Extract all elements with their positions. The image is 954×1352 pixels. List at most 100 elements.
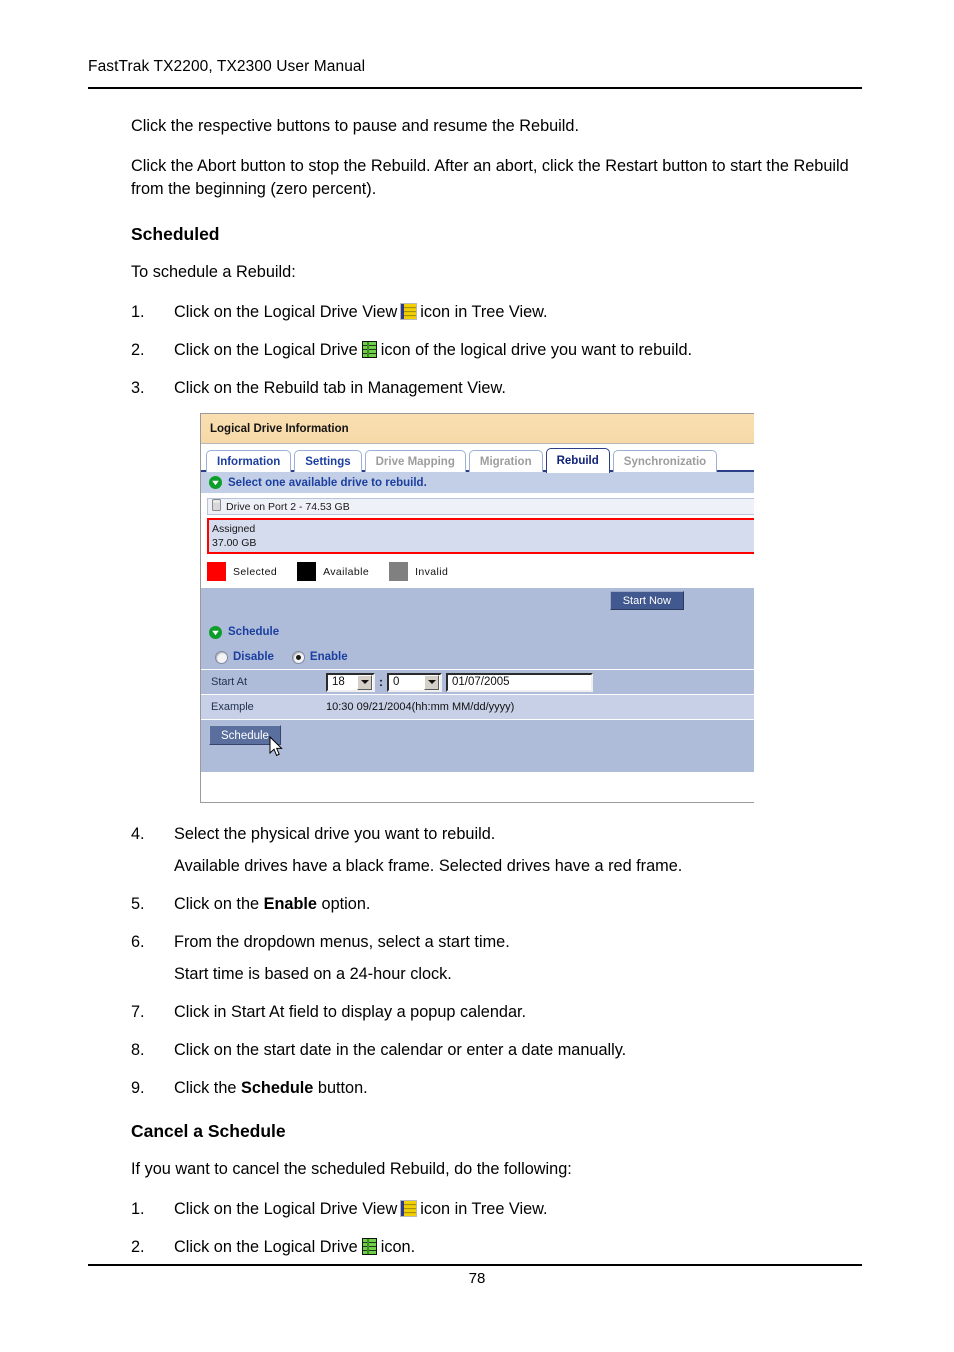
list-item: 5. Click on the Enable option. [131,893,871,916]
selected-drive-box[interactable]: Assigned 37.00 GB [207,518,754,554]
step-text: Click the [174,1079,241,1097]
start-at-row: Start At 18 : 0 01/07/2005 [201,669,754,694]
drive-icon [212,498,221,516]
step-text-bold: Schedule [240,1079,314,1097]
scheduled-steps-list: 1. Click on the Logical Drive View icon in… [131,301,871,400]
step-text-after: icon in Tree View. [420,1200,548,1218]
tab-rebuild[interactable]: Rebuild [545,448,610,473]
tab-information[interactable]: Information [206,450,292,472]
step-number: 6. [131,933,145,951]
start-at-label: Start At [211,676,248,688]
step-text: From the dropdown menus, select a start … [174,933,510,951]
step-subtext: Start time is based on a 24-hour clock. [174,965,452,983]
schedule-steps-list: 4. Select the physical drive you want to … [131,823,871,1100]
list-item: 1. Click on the Logical Drive View icon in… [131,1198,871,1221]
manual-title: FastTrak TX2200, TX2300 User Manual [88,58,366,75]
step-text-end: option. [316,895,371,913]
drive-status: Assigned [212,523,256,535]
step-number: 4. [131,825,145,843]
schedule-footer: Schedule [201,719,754,772]
step-number: 2. [131,341,145,359]
start-now-button[interactable]: Start Now [609,591,684,610]
tab-settings[interactable]: Settings [294,450,362,472]
step-text: Click on the Logical Drive View [174,1200,398,1218]
screenshot-titlebar: Logical Drive Information [201,414,754,444]
schedule-section: Schedule Disable Enable Start At 18 : 0 … [201,619,754,719]
legend-swatch-selected [207,562,226,581]
step-text: Click on the Rebuild tab in Management V… [174,379,506,397]
intro-paragraph-2: Click the Abort button to stop the Rebui… [131,157,849,198]
step-text-bold: Enable [263,895,317,913]
footer-divider [88,1264,862,1266]
legend-label-selected: Selected [233,565,278,578]
legend-label-available: Available [323,565,370,578]
list-item: 2. Click on the Logical Drive icon. [131,1236,871,1259]
list-item: 8. Click on the start date in the calenda… [131,1039,871,1062]
step-number: 8. [131,1041,145,1059]
legend-swatch-invalid [389,562,409,581]
list-item: 9. Click the Schedule button. [131,1077,871,1100]
minute-select[interactable]: 0 [387,672,442,692]
cancel-steps-list: 1. Click on the Logical Drive View icon in… [131,1198,871,1259]
step-text: Click on the Logical Drive [174,1238,358,1256]
start-date-input[interactable]: 01/07/2005 [446,672,593,692]
legend: Selected Available Invalid [207,562,754,588]
step-text: Click on the [174,895,264,913]
tab-migration[interactable]: Migration [468,450,543,472]
radio-enable[interactable] [291,650,305,664]
chevron-down-icon [209,476,222,489]
time-separator: : [379,675,383,689]
logical-drive-icon [361,340,378,359]
page-number: 78 [468,1270,486,1287]
radio-disable[interactable] [215,650,228,664]
step-number: 9. [131,1079,145,1097]
example-row: Example 10:30 09/21/2004(hh:mm MM/dd/yyy… [201,694,754,719]
step-number: 7. [131,1003,145,1021]
tab-bar: Information Settings Drive Mapping Migra… [201,444,754,473]
scheduled-heading: Scheduled [131,224,220,244]
legend-label-invalid: Invalid [415,565,449,578]
drive-port-row[interactable]: Drive on Port 2 - 74.53 GB [207,498,754,515]
hour-value: 18 [332,675,345,688]
schedule-header-label: Schedule [228,626,280,638]
cancel-schedule-lead: If you want to cancel the scheduled Rebu… [131,1160,572,1178]
step-text: Click on the Logical Drive View [174,303,398,321]
list-item: 3. Click on the Rebuild tab in Management… [131,377,871,400]
cancel-schedule-heading: Cancel a Schedule [131,1121,286,1141]
step-text-after: icon. [380,1238,416,1256]
rebuild-screenshot-figure: Logical Drive Information Information Se… [200,413,754,803]
step-text-after: icon in Tree View. [420,303,548,321]
logical-drive-view-icon [400,1199,418,1218]
step-text: Click on the start date in the calendar … [174,1041,627,1059]
step-text: Click in Start At field to display a pop… [174,1003,527,1021]
step-text-after: icon of the logical drive you want to re… [380,341,693,359]
chevron-down-icon[interactable] [424,674,439,690]
screenshot-window-title: Logical Drive Information [210,422,349,435]
list-item: 4. Select the physical drive you want to … [131,823,871,878]
tab-synchronization[interactable]: Synchronizatio [612,450,718,472]
chevron-down-icon [209,625,222,639]
minute-value: 0 [393,675,400,688]
list-item: 2. Click on the Logical Drive icon of the … [131,339,871,362]
legend-swatch-available [297,562,317,581]
drive-capacity: 37.00 GB [212,537,257,549]
radio-disable-label: Disable [233,651,274,663]
chevron-down-icon[interactable] [357,674,372,690]
radio-enable-label: Enable [309,651,348,663]
step-number: 2. [131,1238,145,1256]
step-number: 1. [131,1200,145,1218]
scheduled-lead: To schedule a Rebuild: [131,263,296,281]
hour-select[interactable]: 18 [326,672,375,692]
step-number: 5. [131,895,145,913]
schedule-header: Schedule [201,619,754,645]
mouse-cursor-icon [269,735,284,758]
example-label: Example [211,701,254,713]
start-now-band: Start Now [201,588,754,619]
drive-port-label: Drive on Port 2 - 74.53 GB [226,500,350,513]
logical-drive-icon [361,1237,378,1256]
list-item: 6. From the dropdown menus, select a star… [131,931,871,986]
intro-paragraph-1: Click the respective buttons to pause an… [131,117,579,135]
select-drive-label: Select one available drive to rebuild. [228,476,427,489]
tab-drive-mapping[interactable]: Drive Mapping [364,450,466,472]
logical-drive-view-icon [400,302,418,321]
